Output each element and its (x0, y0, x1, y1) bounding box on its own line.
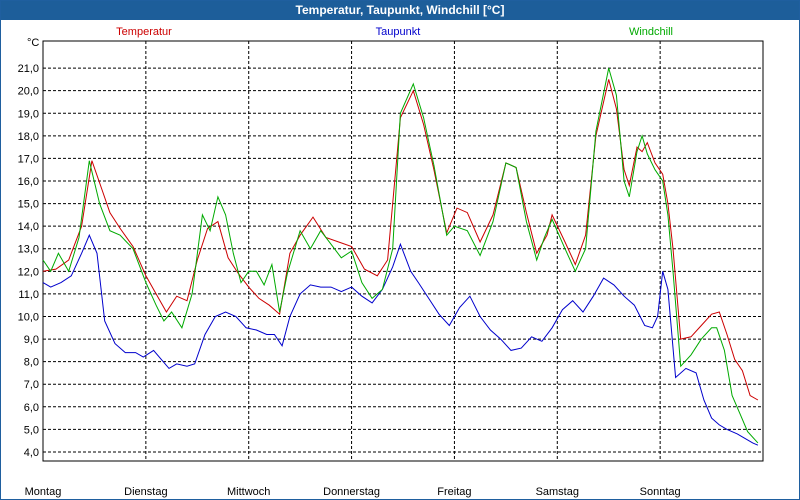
y-tick-label: 13,0 (18, 244, 39, 256)
y-tick-label: 10,0 (18, 311, 39, 323)
legend: Temperatur Taupunkt Windchill (116, 26, 673, 38)
y-tick-label: 11,0 (18, 289, 39, 301)
y-tick-label: 17,0 (18, 153, 39, 165)
y-tick-label: 5,0 (24, 424, 39, 436)
x-tick-day-label: Donnerstag (323, 486, 380, 498)
legend-entry-windchill: Windchill (629, 26, 673, 38)
x-tick-day-label: Samstag (536, 486, 579, 498)
legend-entry-taupunkt: Taupunkt (376, 26, 421, 38)
x-tick-day-label: Sonntag (640, 486, 681, 498)
y-tick-label: 8,0 (24, 357, 39, 369)
chart-title: Temperatur, Taupunkt, Windchill [°C] (1, 1, 799, 20)
series-line-temperatur (42, 79, 759, 401)
y-tick-label: 9,0 (24, 334, 39, 346)
y-tick-label: 20,0 (18, 86, 39, 98)
y-tick-label: 16,0 (18, 176, 39, 188)
x-tick-day-label: Dienstag (124, 486, 167, 498)
y-tick-label: 19,0 (18, 108, 39, 120)
y-tick-label: 21,0 (18, 63, 39, 75)
x-tick-labels: Montag21.10.19Dienstag22.10.19Mittwoch23… (25, 486, 681, 498)
series-lines (42, 67, 759, 446)
x-tick-day-label: Montag (25, 486, 62, 498)
y-tick-label: 15,0 (18, 199, 39, 211)
y-tick-label: 4,0 (24, 447, 39, 459)
y-tick-label: 14,0 (18, 221, 39, 233)
y-tick-label: 18,0 (18, 131, 39, 143)
y-axis-unit-label: °C (27, 37, 39, 49)
x-tick-day-label: Freitag (437, 486, 471, 498)
series-line-windchill (42, 67, 759, 444)
y-tick-label: 12,0 (18, 266, 39, 278)
legend-entry-temperatur: Temperatur (116, 26, 172, 38)
y-tick-label: 6,0 (24, 402, 39, 414)
y-tick-label: 7,0 (24, 379, 39, 391)
y-tick-labels: 4,0 5,0 6,0 7,0 8,0 9,0 10,0 11,0 12,0 13,0 14,0 15… (18, 63, 39, 459)
line-chart: 4,0 5,0 6,0 7,0 8,0 9,0 10,0 11,0 12,0 13,0 14,0 15… (18, 26, 764, 498)
chart-window: Temperatur, Taupunkt, Windchill [°C] 4,0… (0, 0, 800, 500)
series-line-taupunkt (42, 233, 759, 446)
x-tick-day-label: Mittwoch (227, 486, 270, 498)
